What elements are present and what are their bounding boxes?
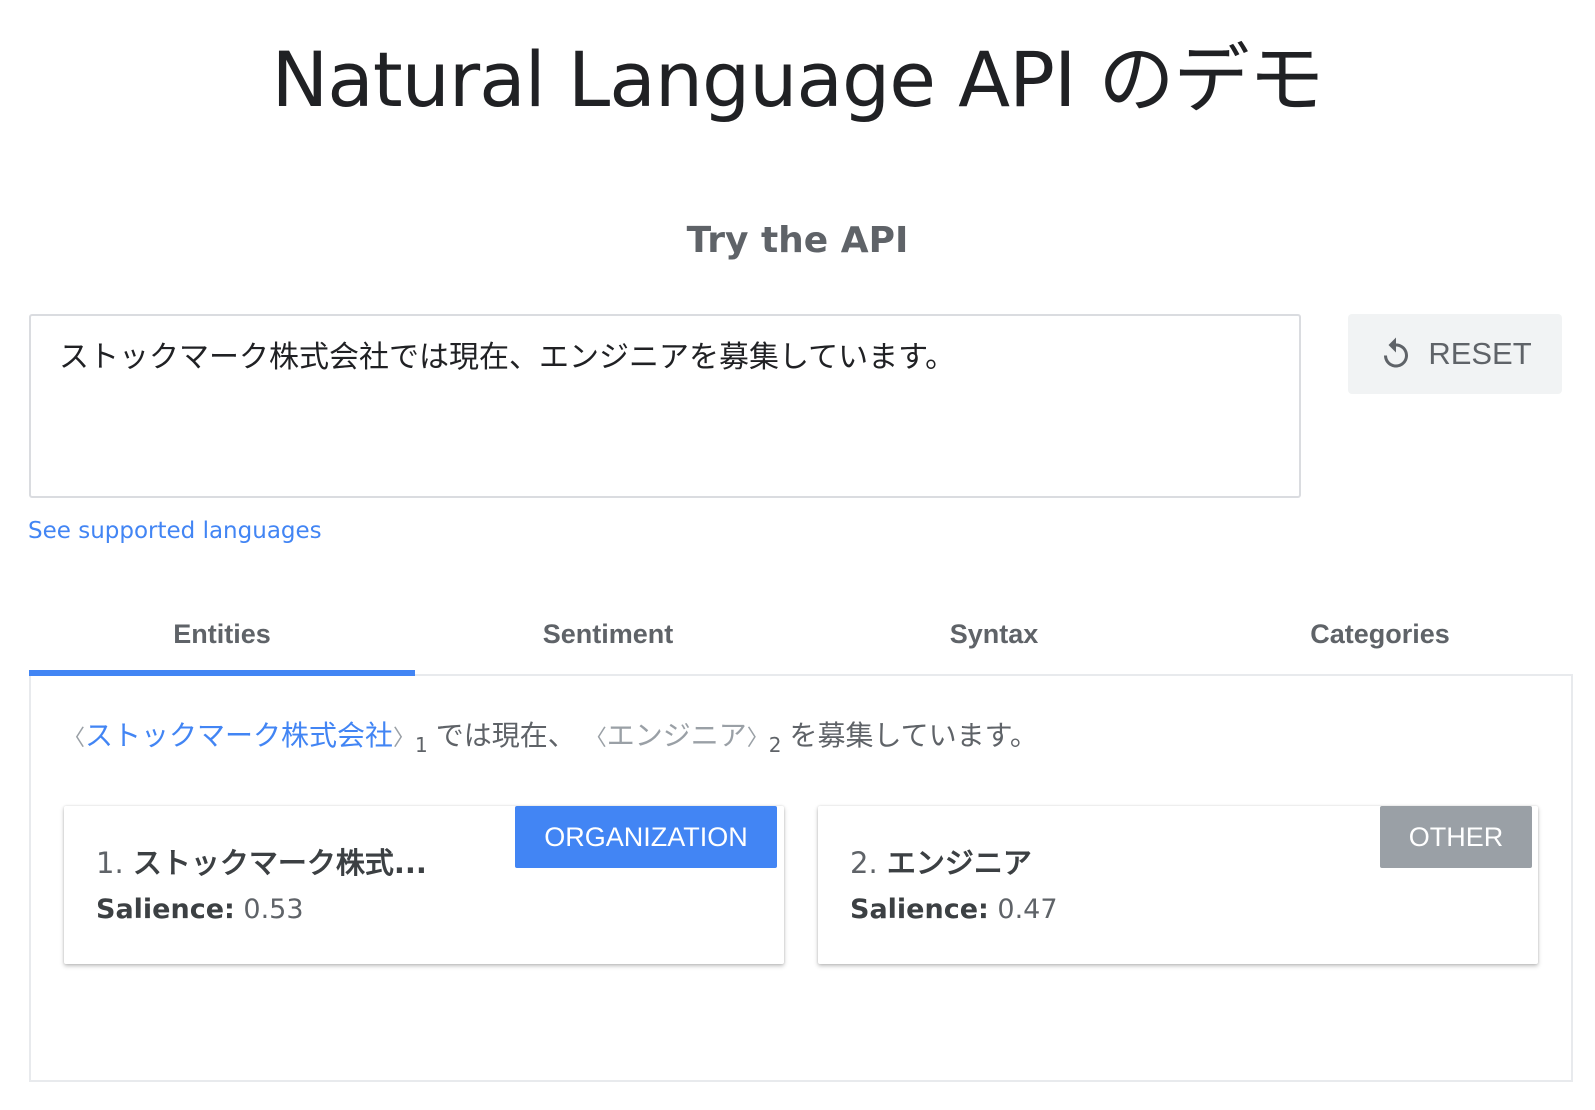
salience-value: 0.53: [243, 894, 304, 925]
entity-name: ストックマーク株式...: [132, 846, 427, 880]
entity-title: 2. エンジニア: [850, 840, 1032, 882]
salience-value: 0.47: [997, 894, 1058, 925]
bracket-close: 〉: [393, 726, 416, 751]
entity-card[interactable]: 1. ストックマーク株式... Salience: 0.53 ORGANIZAT…: [64, 806, 784, 964]
entity-type-badge: OTHER: [1380, 806, 1532, 868]
entity-name: エンジニア: [886, 846, 1032, 880]
section-title: Try the API: [686, 220, 909, 261]
salience-label: Salience:: [850, 894, 989, 925]
entities-panel: 〈ストックマーク株式会社〉1 では現在、 〈エンジニア〉2 を募集しています。 1.…: [29, 676, 1573, 1082]
tab-entities[interactable]: Entities: [29, 594, 415, 676]
entity-mention-2[interactable]: エンジニア: [607, 719, 747, 752]
reset-button[interactable]: RESET: [1348, 314, 1562, 394]
bracket-open: 〈: [63, 726, 86, 751]
annotated-sentence: 〈ストックマーク株式会社〉1 では現在、 〈エンジニア〉2 を募集しています。: [63, 714, 1038, 757]
result-tabs: Entities Sentiment Syntax Categories: [29, 594, 1573, 676]
sentence-text-after: を募集しています。: [789, 719, 1038, 752]
entity-salience: Salience: 0.47: [850, 894, 1058, 925]
entity-index-1: 1: [415, 732, 428, 757]
text-input[interactable]: ストックマーク株式会社では現在、エンジニアを募集しています。: [29, 314, 1301, 498]
bracket-open: 〈: [584, 726, 607, 751]
entity-number: 2.: [850, 846, 878, 880]
bracket-close: 〉: [746, 726, 769, 751]
entity-title: 1. ストックマーク株式...: [96, 840, 427, 882]
entity-salience: Salience: 0.53: [96, 894, 304, 925]
tab-categories[interactable]: Categories: [1187, 594, 1573, 674]
entity-mention-1[interactable]: ストックマーク株式会社: [85, 719, 393, 752]
tab-syntax[interactable]: Syntax: [801, 594, 1187, 674]
entity-card[interactable]: 2. エンジニア Salience: 0.47 OTHER: [818, 806, 1538, 964]
salience-label: Salience:: [96, 894, 235, 925]
page-title: Natural Language API のデモ: [271, 35, 1324, 124]
reset-label: RESET: [1428, 336, 1532, 371]
supported-languages-link[interactable]: See supported languages: [28, 518, 322, 544]
entity-index-2: 2: [768, 732, 782, 757]
reset-icon: [1384, 337, 1409, 368]
sentence-text-between: では現在、: [435, 719, 576, 752]
tab-sentiment[interactable]: Sentiment: [415, 594, 801, 674]
entity-number: 1.: [96, 846, 124, 880]
entity-type-badge: ORGANIZATION: [515, 806, 777, 868]
